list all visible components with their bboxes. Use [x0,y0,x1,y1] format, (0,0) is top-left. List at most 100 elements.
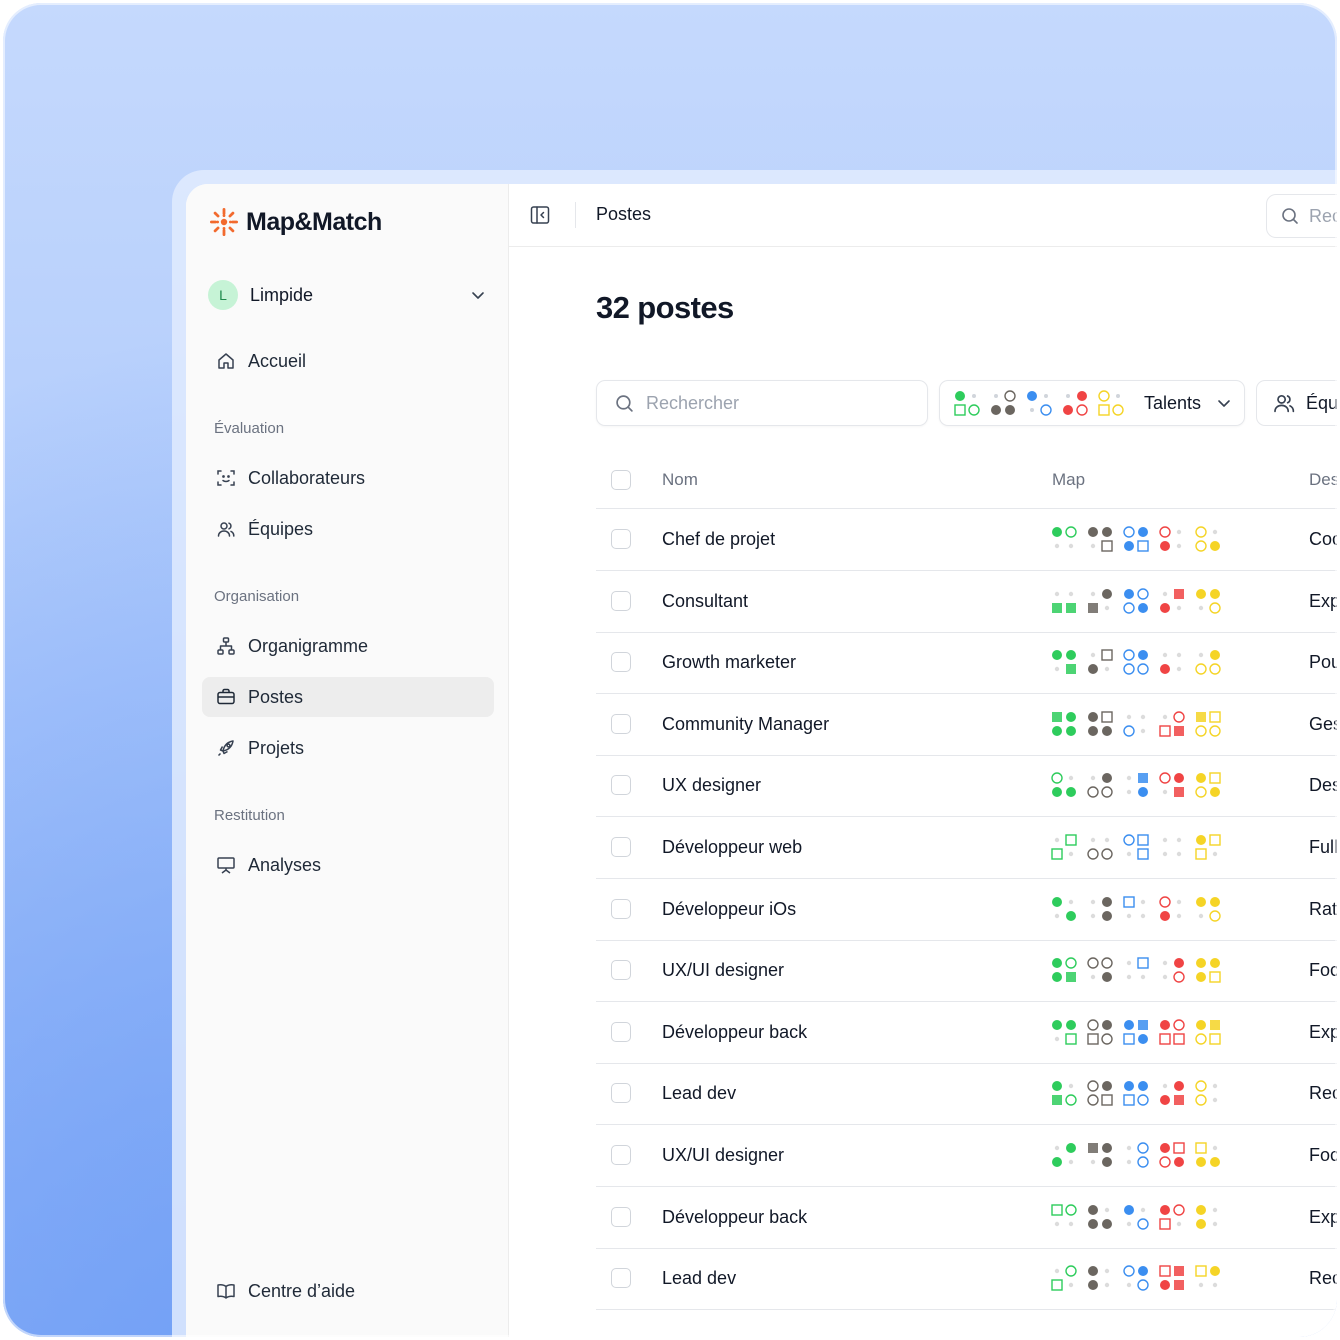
row-checkbox[interactable] [611,837,631,857]
nav-item-projects[interactable]: Projets [202,728,494,768]
topbar-divider [575,202,576,228]
background-frame: Map&Match L Limpide Accueil Évaluation C… [3,3,1337,1337]
global-search-input[interactable]: Rec [1266,194,1337,238]
search-icon [616,394,633,412]
position-description: Rec [1309,1083,1337,1104]
teams-filter[interactable]: Équ [1256,380,1337,426]
sidebar-toggle-icon[interactable] [529,204,551,226]
map-profile-icon [1051,956,1223,991]
row-checkbox[interactable] [611,960,631,981]
talents-map-icon [954,390,1124,416]
map-profile-icon [1051,525,1223,560]
table-row[interactable]: Développeur back Exp [596,1002,1337,1064]
row-checkbox[interactable] [611,1206,631,1227]
nav-item-positions[interactable]: Postes [202,677,494,717]
row-checkbox[interactable] [611,1268,631,1289]
row-checkbox[interactable] [611,898,631,919]
position-description: Coo [1309,529,1337,549]
position-description: Foc [1309,960,1337,981]
position-name: Chef de projet [662,529,776,549]
map-profile-icon [1051,1079,1223,1114]
row-checkbox[interactable] [611,1083,631,1104]
nav-label: Accueil [248,350,307,371]
org-switcher[interactable]: L Limpide [208,278,486,312]
nav-label: Projets [248,737,305,758]
talents-filter[interactable]: Talents [939,380,1245,426]
position-description: Ges [1309,713,1337,734]
table-row[interactable]: Développeur iOs Ratt [596,879,1337,941]
row-checkbox[interactable] [611,1145,631,1165]
main-area: Postes Rec 32 postes Rechercher Talents … [509,184,1337,1337]
nav-item-teams[interactable]: Équipes [202,509,494,549]
home-icon [216,351,236,371]
nav-label: Analyses [248,854,322,875]
page-title: 32 postes [596,290,734,325]
hierarchy-icon [216,636,236,656]
map-profile-icon [1051,587,1223,622]
position-description: Foc [1309,1145,1337,1165]
book-icon [216,1281,236,1301]
app-window: Map&Match L Limpide Accueil Évaluation C… [186,184,1337,1337]
position-name: Développeur iOs [662,898,797,919]
teams-filter-label: Équ [1306,392,1337,413]
talents-filter-label: Talents [1144,392,1202,413]
row-checkbox[interactable] [611,590,631,611]
map-profile-icon [1051,1141,1223,1176]
search-input[interactable]: Rechercher [596,380,928,426]
row-checkbox[interactable] [611,529,631,549]
table-row[interactable]: Chef de projet Coo [596,509,1337,571]
table-row[interactable]: Consultant Exp [596,571,1337,633]
table-row[interactable]: Community Manager Ges [596,694,1337,756]
presentation-icon [216,855,236,875]
nav-item-help[interactable]: Centre d’aide [202,1271,494,1311]
section-organisation: Organisation [214,588,300,605]
sidebar: Map&Match L Limpide Accueil Évaluation C… [186,184,509,1337]
row-checkbox[interactable] [611,1021,631,1042]
section-restitution: Restitution [214,807,285,824]
select-all-checkbox[interactable] [611,470,631,490]
search-placeholder: Rechercher [646,392,740,413]
row-checkbox[interactable] [611,652,631,673]
table-row[interactable]: Lead dev Rec [596,1063,1337,1126]
nav-item-home[interactable]: Accueil [202,341,494,381]
row-checkbox[interactable] [611,713,631,734]
table-row[interactable]: Développeur web Full [596,817,1337,879]
nav-item-analyses[interactable]: Analyses [202,845,494,885]
map-profile-icon [1051,648,1223,683]
position-name: Lead dev [662,1083,737,1104]
sunburst-logo-icon [210,208,238,236]
org-name: Limpide [250,284,314,305]
global-search-placeholder: Rec [1309,205,1337,226]
logo[interactable]: Map&Match [208,206,382,238]
section-evaluation: Évaluation [214,420,285,437]
position-name: Développeur back [662,1206,808,1227]
table-row[interactable]: Lead dev Rec [596,1248,1337,1311]
position-description: Ratt [1309,898,1337,919]
face-scan-icon [216,468,236,488]
position-name: Développeur back [662,1021,808,1042]
position-name: Lead dev [662,1268,737,1289]
table-row[interactable]: UX/UI designer Foc [596,1125,1337,1187]
topbar: Postes Rec [509,184,1337,247]
table-row[interactable]: Growth marketer Pou [596,632,1337,695]
nav-item-orgchart[interactable]: Organigramme [202,626,494,666]
position-name: UX/UI designer [662,1145,785,1165]
map-profile-icon [1051,771,1223,806]
nav-label: Postes [248,686,304,707]
position-description: Pou [1309,652,1337,673]
position-description: Exp [1309,590,1337,611]
column-header-description[interactable]: Des [1309,470,1337,490]
position-name: Growth marketer [662,652,797,673]
rocket-icon [216,738,236,758]
nav-label: Collaborateurs [248,467,366,488]
column-header-map[interactable]: Map [1052,470,1085,490]
row-checkbox[interactable] [611,775,631,796]
table-row[interactable]: Développeur back Exp [596,1187,1337,1249]
table-row[interactable]: UX designer Des [596,755,1337,818]
breadcrumb[interactable]: Postes [596,204,651,225]
nav-label: Centre d’aide [248,1280,356,1301]
table-row[interactable]: UX/UI designer Foc [596,940,1337,1003]
position-description: Exp [1309,1206,1337,1227]
column-header-name[interactable]: Nom [662,470,698,490]
nav-item-collaborators[interactable]: Collaborateurs [202,458,494,498]
